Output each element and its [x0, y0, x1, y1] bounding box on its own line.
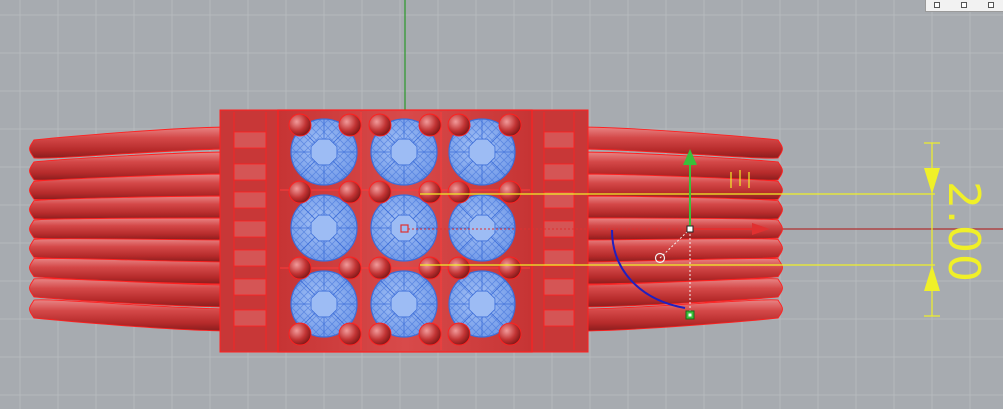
prong[interactable]	[368, 322, 392, 346]
prong[interactable]	[338, 322, 362, 346]
prong[interactable]	[368, 113, 392, 137]
prong[interactable]	[418, 322, 442, 346]
toolbar-icon-2[interactable]	[961, 2, 967, 8]
prong[interactable]	[288, 113, 312, 137]
prong[interactable]	[368, 180, 392, 204]
prong[interactable]	[338, 180, 362, 204]
rhino-viewport[interactable]: 2.00	[0, 0, 1003, 409]
rail-segment	[543, 249, 575, 267]
rail-segment	[233, 191, 267, 209]
tube-wire[interactable]	[29, 195, 233, 220]
prong[interactable]	[418, 256, 442, 280]
toolbar-icon-1[interactable]	[934, 2, 940, 8]
rail-segment	[233, 278, 267, 296]
rail-segment	[233, 249, 267, 267]
left-tube-bundle[interactable]	[29, 126, 233, 332]
prong[interactable]	[288, 322, 312, 346]
prong[interactable]	[447, 113, 471, 137]
scene-canvas[interactable]	[0, 0, 1003, 409]
gumball-center[interactable]	[686, 225, 694, 233]
viewport-mini-toolbar[interactable]	[925, 0, 1003, 12]
rail-segment	[233, 163, 267, 181]
gem[interactable]	[290, 194, 358, 262]
gem[interactable]	[370, 194, 438, 262]
gem[interactable]	[448, 194, 516, 262]
prong[interactable]	[338, 113, 362, 137]
rail-segment	[233, 309, 267, 327]
prong[interactable]	[498, 113, 522, 137]
toolbar-icon-3[interactable]	[988, 2, 994, 8]
prong[interactable]	[498, 322, 522, 346]
gem-grid[interactable]	[290, 118, 516, 338]
tube-wire[interactable]	[577, 195, 783, 220]
prong[interactable]	[418, 113, 442, 137]
rail-segment	[233, 131, 267, 149]
prong[interactable]	[447, 180, 471, 204]
rail-segment	[543, 278, 575, 296]
rail-segment	[233, 220, 267, 238]
prong[interactable]	[447, 322, 471, 346]
prong[interactable]	[418, 180, 442, 204]
rail-segment	[543, 131, 575, 149]
scale-handle-inner	[688, 313, 692, 317]
dimension-value-label[interactable]: 2.00	[885, 181, 989, 283]
rail-segment	[543, 163, 575, 181]
rail-segment	[543, 309, 575, 327]
prong[interactable]	[498, 256, 522, 280]
tube-wire[interactable]	[29, 217, 233, 241]
prong[interactable]	[288, 180, 312, 204]
prong[interactable]	[447, 256, 471, 280]
ring-model[interactable]	[29, 109, 783, 353]
prong[interactable]	[288, 256, 312, 280]
prong[interactable]	[368, 256, 392, 280]
prong[interactable]	[498, 180, 522, 204]
prong[interactable]	[338, 256, 362, 280]
